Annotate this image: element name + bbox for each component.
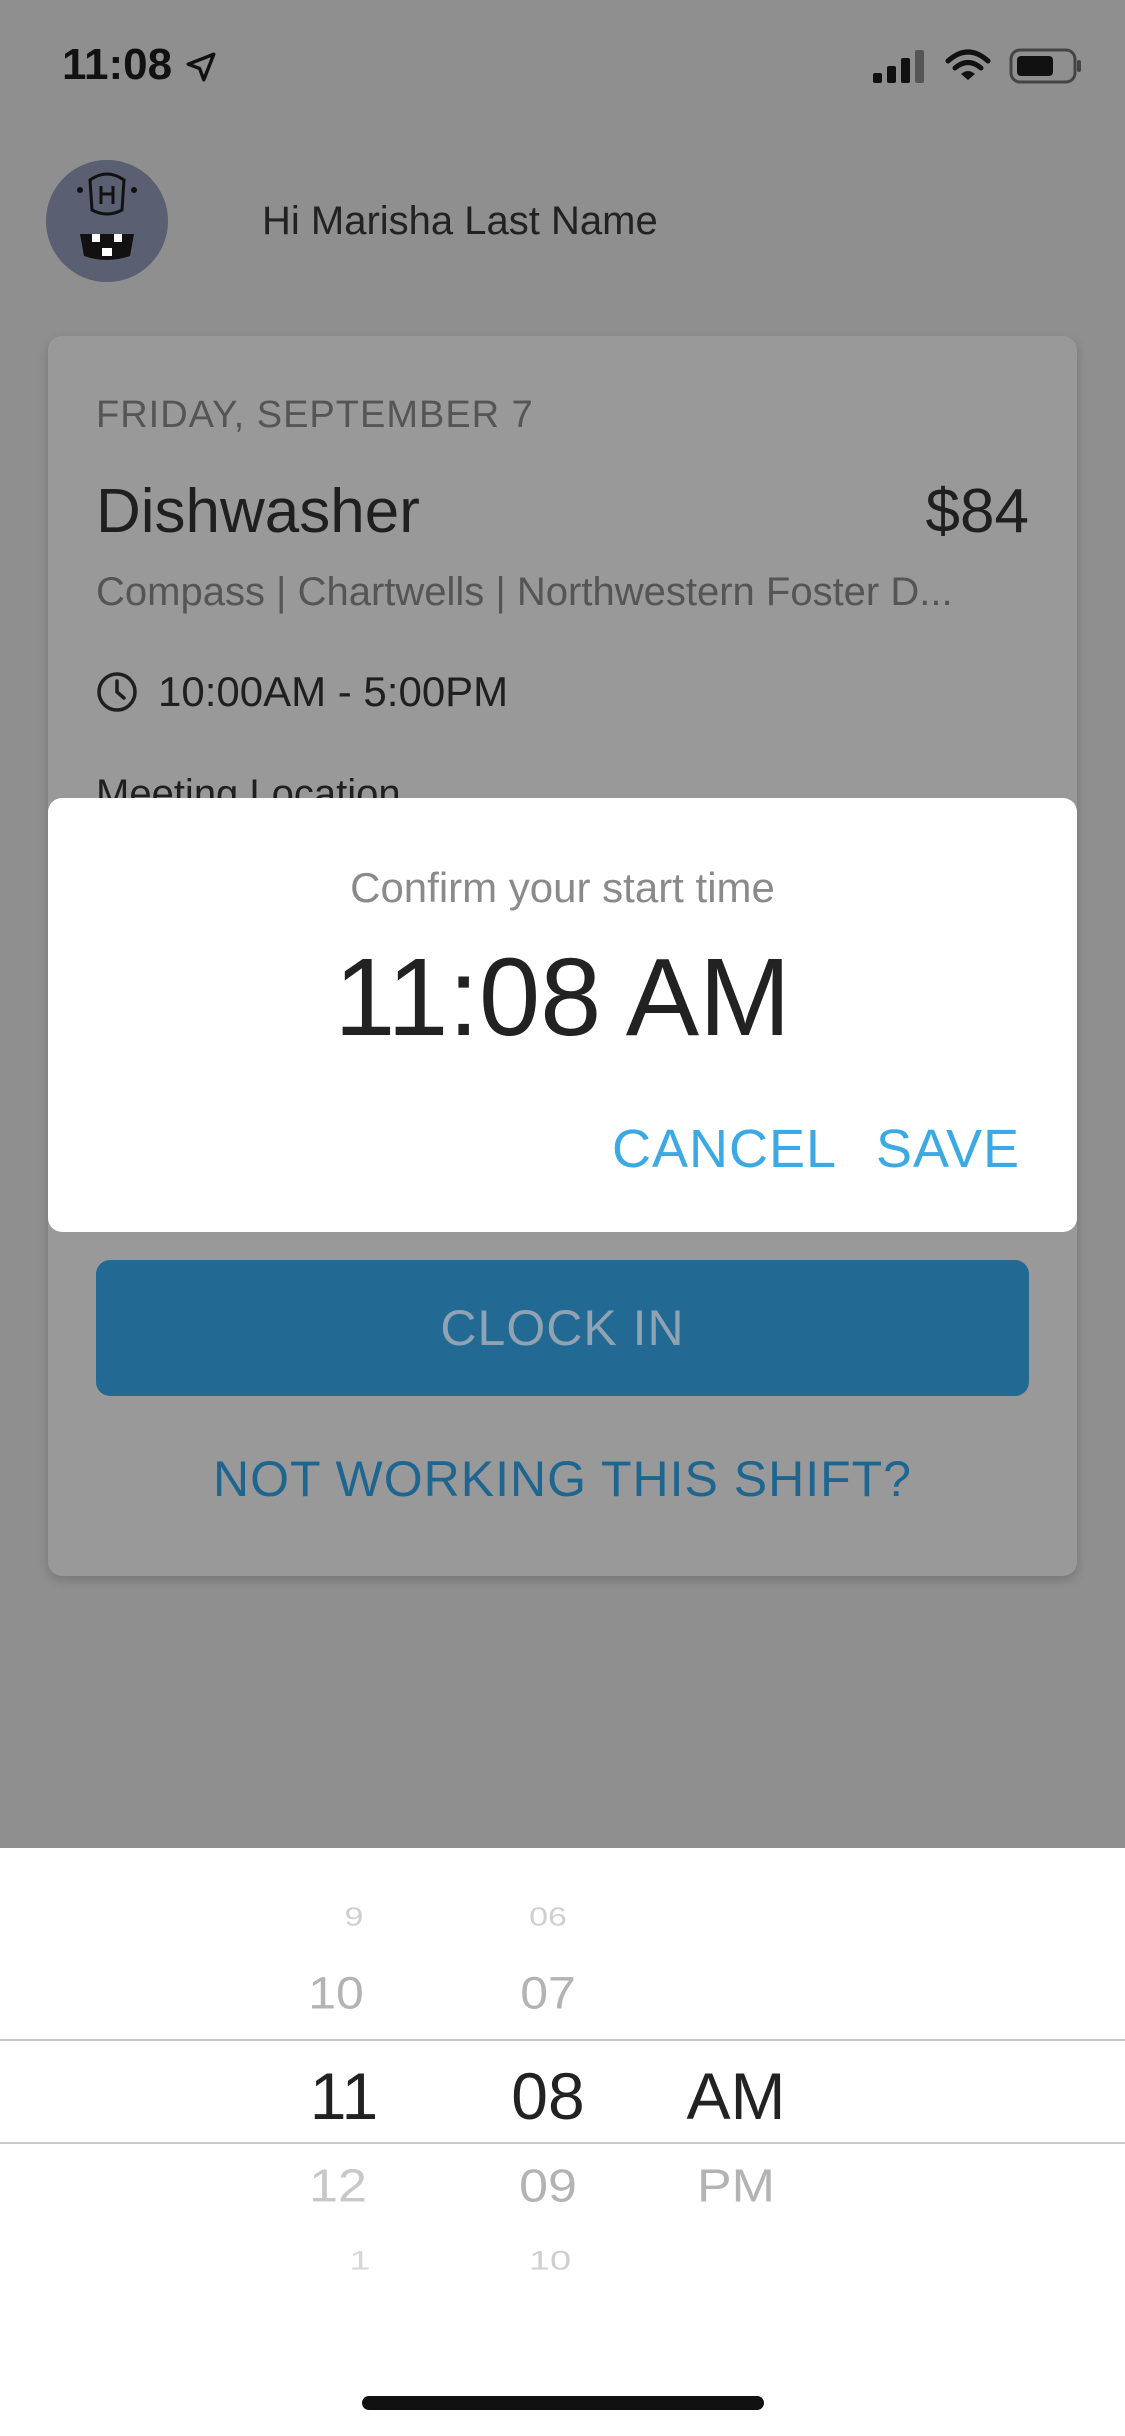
not-working-link[interactable]: NOT WORKING THIS SHIFT?	[48, 1450, 1077, 1508]
user-header: Hi Marisha Last Name	[46, 160, 658, 282]
picker-hour-option[interactable]: 1	[349, 2246, 370, 2276]
wifi-icon	[945, 49, 991, 80]
time-picker[interactable]: 9 10 11 12 1 06 07 08 09 10 AM PM	[0, 1848, 1125, 2436]
picker-divider-bottom	[0, 2142, 1125, 2144]
dialog-time: 11:08 AM	[334, 936, 791, 1059]
picker-hour-option[interactable]: 10	[308, 1967, 364, 2019]
picker-minute-option[interactable]: 09	[519, 2159, 577, 2213]
picker-minute-option[interactable]: 06	[529, 1903, 567, 1932]
battery-icon	[1009, 48, 1081, 84]
picker-divider-top	[0, 2039, 1125, 2041]
shift-time-range: 10:00AM - 5:00PM	[158, 668, 509, 715]
location-arrow-icon	[186, 52, 216, 82]
picker-minute-option[interactable]: 07	[520, 1967, 576, 2019]
shift-company: Compass | Chartwells | Northwestern Fost…	[96, 570, 953, 614]
shift-role: Dishwasher	[96, 477, 420, 546]
picker-period-selected[interactable]: AM	[687, 2058, 786, 2134]
shift-pay: $84	[925, 477, 1029, 546]
save-button[interactable]: SAVE	[876, 1118, 1020, 1180]
status-icons	[873, 48, 1083, 84]
picker-minute-option[interactable]: 10	[529, 2246, 571, 2276]
shift-date: FRIDAY, SEPTEMBER 7	[96, 394, 534, 436]
home-indicator[interactable]	[362, 2396, 764, 2410]
confirm-start-time-dialog: Confirm your start time 11:08 AM CANCEL …	[48, 798, 1077, 1232]
avatar-monster-icon	[46, 160, 168, 282]
picker-hour-option[interactable]: 12	[309, 2159, 367, 2213]
greeting-text: Hi Marisha Last Name	[262, 198, 658, 243]
avatar[interactable]	[46, 160, 168, 282]
picker-period-option[interactable]: PM	[697, 2159, 775, 2213]
dialog-title: Confirm your start time	[350, 864, 775, 911]
picker-minute-selected[interactable]: 08	[511, 2058, 584, 2134]
status-bar: 11:08	[0, 0, 1125, 140]
shift-time-row: 10:00AM - 5:00PM	[96, 668, 508, 716]
picker-hour-option[interactable]: 9	[345, 1903, 364, 1932]
cancel-button[interactable]: CANCEL	[612, 1118, 837, 1180]
clock-in-button[interactable]: CLOCK IN	[96, 1260, 1029, 1396]
clock-icon	[97, 672, 137, 712]
picker-hour-selected[interactable]: 11	[310, 2058, 379, 2134]
status-time: 11:08	[62, 40, 173, 89]
signal-icon	[873, 50, 924, 83]
